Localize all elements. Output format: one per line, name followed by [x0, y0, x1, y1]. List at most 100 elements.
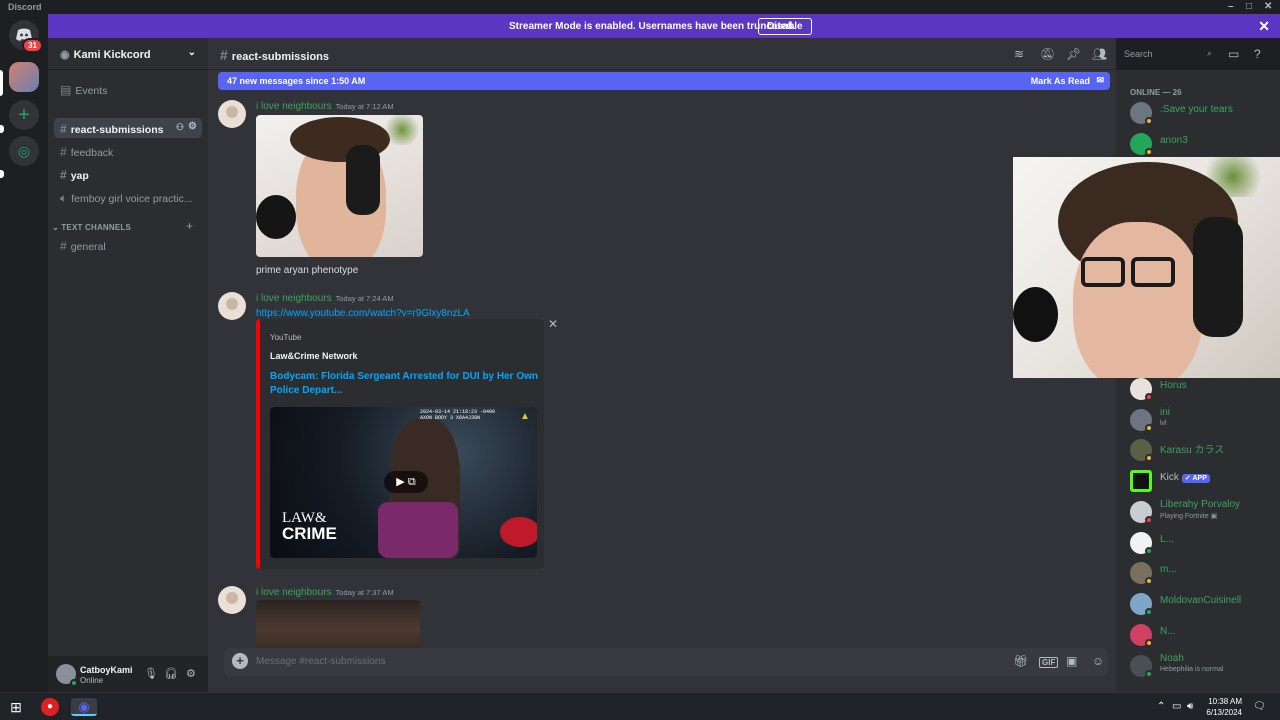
channel-voice-practice[interactable]: 🔈︎ femboy girl voice practic... — [54, 187, 202, 207]
threads-icon[interactable]: ≋ — [1014, 47, 1024, 61]
message-image-attachment[interactable] — [256, 115, 423, 257]
microphone-icon[interactable]: 🎙︎ — [144, 667, 158, 680]
avatar[interactable] — [218, 292, 246, 320]
pin-icon[interactable]: 📌︎ — [1066, 47, 1081, 61]
author-name[interactable]: i love neighbours — [256, 587, 332, 598]
system-clock[interactable]: 10:38 AM 6/13/2024 — [1206, 696, 1242, 718]
channel-feedback[interactable]: # feedback — [54, 141, 202, 161]
mark-as-read-button[interactable]: Mark As Read — [1031, 76, 1090, 86]
mute-notifications-icon[interactable]: 🔕︎ — [1040, 47, 1055, 61]
help-icon[interactable]: ? — [1254, 47, 1261, 61]
new-messages-bar[interactable]: 47 new messages since 1:50 AM Mark As Re… — [218, 72, 1110, 90]
game-icon: ▣ — [1210, 513, 1218, 520]
message-input[interactable]: Message #react-submissions — [256, 656, 386, 667]
search-input[interactable]: Search ⌕ — [1120, 46, 1216, 63]
headphones-icon[interactable]: 🎧︎ — [164, 667, 178, 680]
server-kami-kickcord-icon[interactable] — [9, 62, 39, 92]
channel-general[interactable]: # general — [54, 235, 202, 255]
settings-gear-icon[interactable]: ⚙ — [186, 667, 196, 680]
discover-icon[interactable]: ◎ — [9, 136, 39, 166]
author-name[interactable]: i love neighbours — [256, 101, 332, 112]
avatar[interactable] — [218, 100, 246, 128]
unread-pill — [0, 170, 4, 178]
status-idle-icon — [1145, 148, 1153, 156]
volume-icon[interactable]: 🔊︎ — [1187, 701, 1193, 712]
video-thumbnail[interactable]: 2024-03-14 21:18:23 -0400 AXON BODY 3 X6A… — [270, 407, 537, 558]
member-item[interactable]: Kick ✓ APP — [1130, 466, 1278, 494]
category-text-channels[interactable]: ⌄ TEXT CHANNELS — [52, 223, 131, 232]
add-channel-icon[interactable]: + — [186, 219, 193, 233]
close-banner-icon[interactable]: ✕ — [1258, 18, 1270, 35]
gift-icon[interactable]: 🎁︎ — [1013, 654, 1028, 668]
channel-label: femboy girl voice practic... — [71, 193, 193, 205]
channel-label: react-submissions — [70, 124, 164, 136]
member-item[interactable]: N... — [1130, 620, 1278, 648]
windows-start-icon[interactable]: ⊞ — [7, 698, 25, 716]
server-boost-icon: ◉ — [60, 49, 70, 61]
tray-chevron-icon[interactable]: ⌃ — [1157, 701, 1165, 712]
member-item[interactable]: Karasu カラス — [1130, 435, 1278, 463]
member-name: Horus — [1160, 380, 1187, 391]
channel-yap[interactable]: # yap — [54, 164, 202, 184]
chevron-down-icon: ⌄ — [187, 47, 196, 58]
channel-events[interactable]: ▤ Events — [54, 79, 202, 99]
open-external-icon[interactable]: ⧉ — [408, 476, 416, 488]
logo-line-2: CRIME — [282, 524, 337, 543]
photo-headset-shape — [346, 145, 380, 215]
obs-icon[interactable]: ● — [41, 698, 59, 716]
windows-taskbar: ⊞ ● ◉ ⌃ ▭ 🔊︎ 10:38 AM 6/13/2024 🗨︎ — [0, 692, 1280, 720]
message-link[interactable]: https://www.youtube.com/watch?v=r9Glxy8n… — [256, 308, 470, 319]
member-item[interactable]: Noah Hebephilia is normal — [1130, 651, 1278, 679]
disable-streamer-button[interactable]: Disable — [758, 18, 812, 35]
member-item[interactable]: m... — [1130, 558, 1278, 586]
channel-title-text: react-submissions — [231, 51, 329, 63]
close-embed-icon[interactable]: ✕ — [548, 317, 558, 331]
play-button[interactable]: ▶ ⧉ — [384, 471, 428, 493]
sticker-icon[interactable]: ▣ — [1066, 654, 1077, 668]
message-author[interactable]: i love neighbours Today at 7:37 AM — [256, 587, 394, 598]
close-window-icon[interactable]: ✕ — [1264, 1, 1272, 12]
minimize-icon[interactable]: – — [1228, 1, 1234, 12]
webcam-headset-shape — [1193, 217, 1243, 337]
embed-title[interactable]: Bodycam: Florida Sergeant Arrested for D… — [270, 370, 540, 398]
member-item[interactable]: Liberahy Porvaloy Playing Fortnite ▣ — [1130, 497, 1278, 525]
notifications-icon[interactable]: 🗨︎ — [1253, 701, 1266, 712]
message-author[interactable]: i love neighbours Today at 7:12 AM — [256, 101, 394, 112]
status-idle-icon — [1145, 454, 1153, 462]
network-icon[interactable]: ▭ — [1172, 701, 1181, 712]
webcam-glasses-shape — [1081, 257, 1125, 287]
user-status: Online — [80, 676, 104, 685]
category-label: TEXT CHANNELS — [61, 223, 132, 232]
photo-plant-shape — [382, 115, 422, 145]
member-item[interactable]: Horus — [1130, 374, 1278, 402]
message-image-attachment[interactable] — [256, 600, 420, 648]
discord-taskbar-icon[interactable]: ◉ — [71, 698, 97, 716]
embed-author[interactable]: Law&Crime Network — [270, 351, 358, 361]
maximize-icon[interactable]: □ — [1246, 1, 1252, 12]
member-list-icon[interactable]: 👥︎ — [1092, 47, 1107, 61]
member-item[interactable]: L... — [1130, 528, 1278, 556]
play-icon: ▶ — [396, 476, 405, 488]
member-item[interactable]: ini lvl — [1130, 405, 1278, 433]
inbox-icon[interactable]: ▭ — [1228, 47, 1239, 61]
law-crime-logo: LAW& CRIME — [282, 511, 337, 543]
member-item[interactable]: MoldovanCuisinell — [1130, 589, 1278, 617]
upload-plus-icon[interactable]: + — [232, 653, 248, 669]
message-author[interactable]: i love neighbours Today at 7:24 AM — [256, 293, 394, 304]
message-composer[interactable]: + Message #react-submissions 🎁︎ GIF ▣ ☺ — [224, 648, 1108, 676]
gif-icon[interactable]: GIF — [1039, 657, 1059, 668]
emoji-icon[interactable]: ☺ — [1092, 654, 1104, 668]
gear-icon[interactable]: ⚙ — [188, 121, 197, 132]
channel-react-submissions[interactable]: # react-submissions ⚇ ⚙ — [54, 118, 202, 138]
server-header[interactable]: ◉ Kami Kickcord ⌄ — [48, 38, 208, 70]
member-item[interactable]: anon3 — [1130, 129, 1278, 157]
invite-icon[interactable]: ⚇ — [176, 122, 184, 133]
embed-provider[interactable]: YouTube — [270, 333, 301, 342]
author-name[interactable]: i love neighbours — [256, 293, 332, 304]
home-discord-icon[interactable]: 31 — [9, 20, 43, 53]
avatar[interactable] — [218, 586, 246, 614]
new-messages-text: 47 new messages since 1:50 AM — [227, 76, 366, 86]
member-item[interactable]: .Save your tears — [1130, 98, 1278, 126]
member-name: Karasu カラス — [1160, 445, 1225, 456]
add-server-icon[interactable]: + — [9, 100, 39, 130]
